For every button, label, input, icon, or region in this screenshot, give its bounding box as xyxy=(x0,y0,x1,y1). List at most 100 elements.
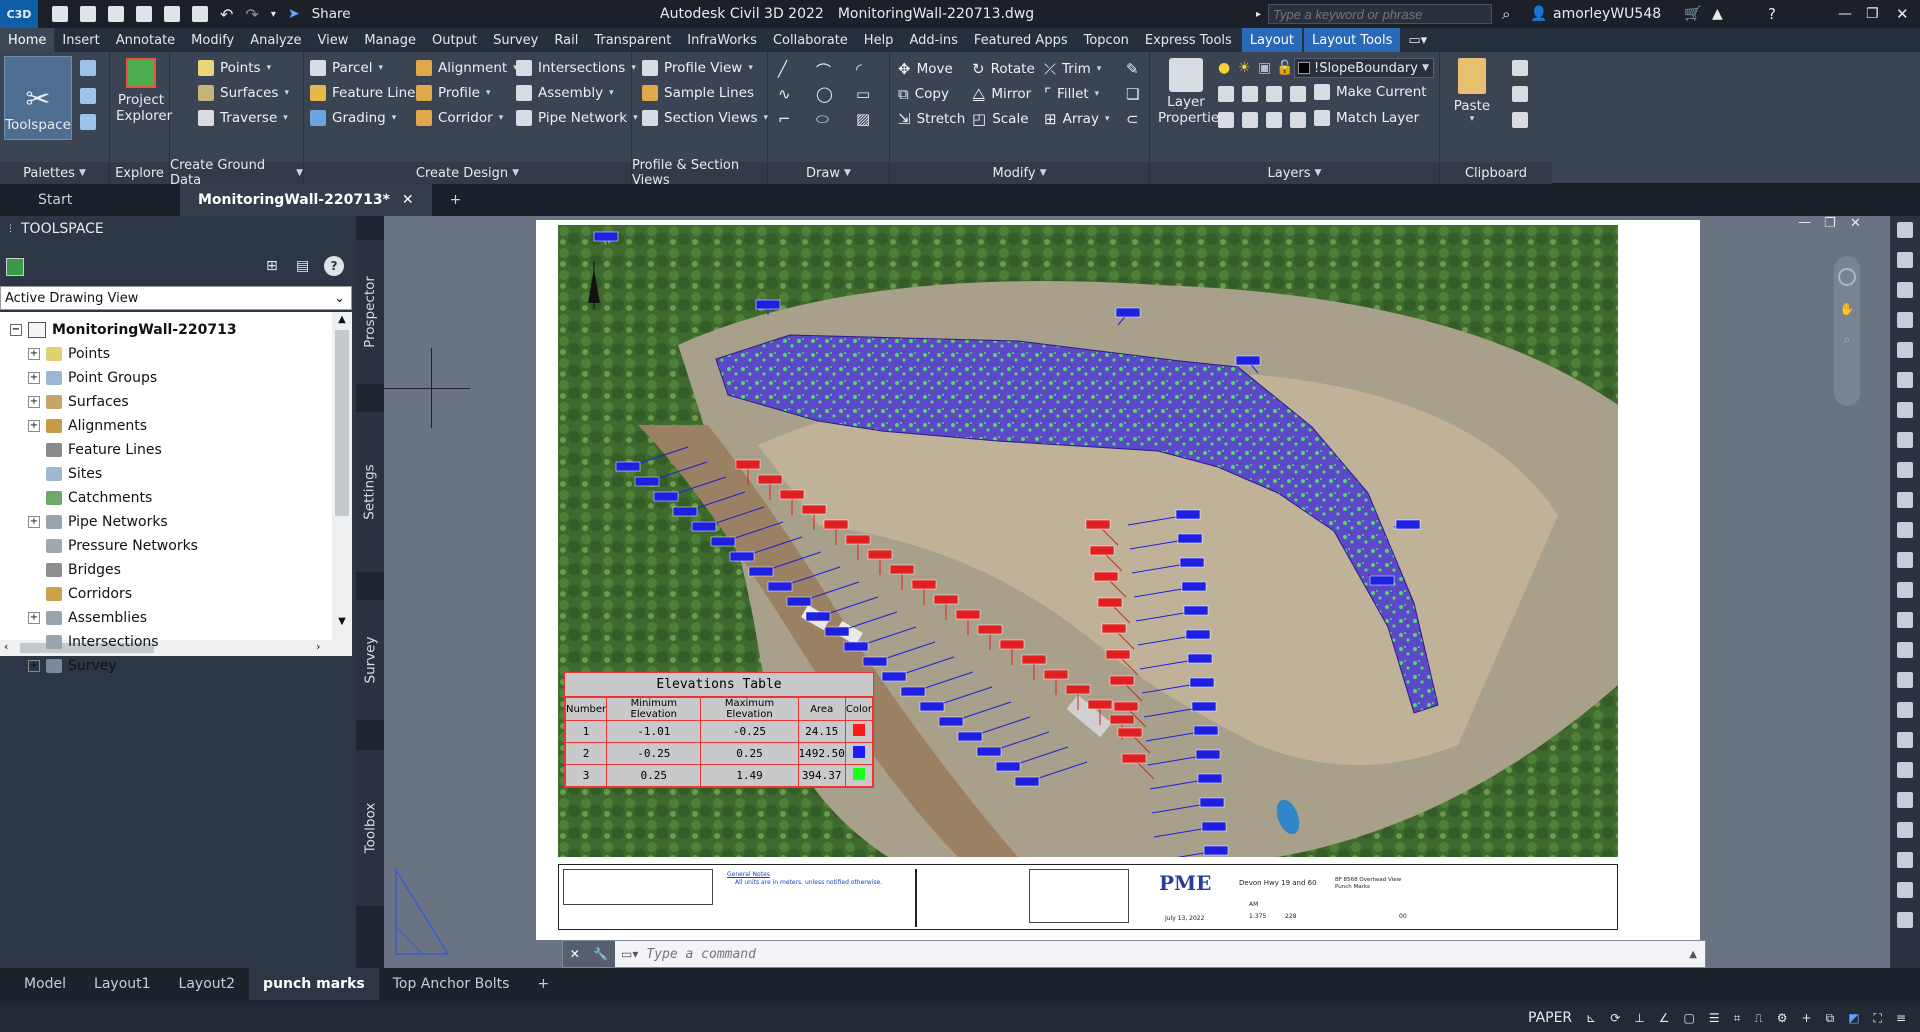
punch-mark-label[interactable] xyxy=(1177,533,1203,544)
rectangle-icon[interactable]: ▭ xyxy=(856,85,870,103)
zoom-icon[interactable] xyxy=(1897,432,1913,448)
punch-mark-label[interactable] xyxy=(1197,773,1223,784)
line-icon[interactable]: ╱ xyxy=(778,60,787,78)
close-icon[interactable]: ✕ xyxy=(1896,5,1909,23)
item-view-icon[interactable]: ⊞ xyxy=(266,258,278,274)
tree-root[interactable]: − MonitoringWall-220713 xyxy=(10,318,237,342)
punch-mark-label[interactable] xyxy=(977,624,1003,635)
array-icon[interactable] xyxy=(1897,732,1913,748)
punch-mark-label[interactable] xyxy=(900,686,926,697)
navigation-bar[interactable]: ✋ ⌕ xyxy=(1834,256,1860,406)
offset-icon[interactable] xyxy=(1897,702,1913,718)
tab-survey[interactable]: Survey xyxy=(485,28,546,52)
tab-layout[interactable]: Layout xyxy=(1241,28,1303,52)
project-explorer-button[interactable]: Project Explorer xyxy=(116,58,172,142)
punch-mark-label[interactable] xyxy=(1175,509,1201,520)
layer-tool-icon[interactable] xyxy=(1290,86,1306,102)
stretch-button[interactable]: ⇲ Stretch xyxy=(898,110,965,128)
tab-featured-apps[interactable]: Featured Apps xyxy=(966,28,1076,52)
punch-mark-label[interactable] xyxy=(593,231,619,242)
tree-item-surfaces[interactable]: + Surfaces xyxy=(28,390,129,414)
tree-item-corridors[interactable]: Corridors xyxy=(28,582,132,606)
layout-tab-top-anchor-bolts[interactable]: Top Anchor Bolts xyxy=(379,968,524,1000)
new-icon[interactable] xyxy=(52,6,68,22)
panel-expand-icon[interactable]: ▼ xyxy=(1315,168,1322,178)
command-history-icon[interactable]: ▭▾ xyxy=(621,947,638,961)
punch-mark-label[interactable] xyxy=(1199,797,1225,808)
punch-mark-label[interactable] xyxy=(691,521,717,532)
mtext-icon[interactable] xyxy=(1897,582,1913,598)
punch-mark-label[interactable] xyxy=(1109,675,1135,686)
punch-mark-label[interactable] xyxy=(1183,605,1209,616)
punch-mark-label[interactable] xyxy=(1115,307,1141,318)
cut-icon[interactable] xyxy=(1512,60,1528,76)
restore-icon[interactable]: ❐ xyxy=(1866,6,1879,22)
punch-mark-label[interactable] xyxy=(805,611,831,622)
layer-viewport-icon[interactable]: ▣ xyxy=(1258,60,1271,76)
tree-item-point-groups[interactable]: + Point Groups xyxy=(28,366,157,390)
tab-survey[interactable]: Survey xyxy=(356,600,384,720)
punch-mark-label[interactable] xyxy=(1113,701,1139,712)
paper-space-toggle[interactable]: PAPER xyxy=(1528,1010,1572,1026)
layer-dropdown[interactable]: !SlopeBoundary ▼ xyxy=(1294,58,1434,78)
match-props-icon[interactable] xyxy=(1512,112,1528,128)
user-icon[interactable]: 👤 xyxy=(1530,6,1547,22)
preview-icon[interactable]: ▤ xyxy=(296,258,309,274)
grading-button[interactable]: Grading ▾ xyxy=(310,110,396,126)
customize-icon[interactable]: 🔧 xyxy=(593,947,608,961)
punch-mark-label[interactable] xyxy=(889,564,915,575)
scroll-up-icon[interactable]: ▲ xyxy=(332,314,352,325)
snap-icon[interactable]: ⟳ xyxy=(1610,1011,1620,1025)
web-icon[interactable] xyxy=(164,6,180,22)
punch-mark-label[interactable] xyxy=(786,596,812,607)
assembly-button[interactable]: Assembly ▾ xyxy=(516,85,614,101)
layer-icon[interactable] xyxy=(1897,312,1913,328)
layer-on-icon[interactable]: ● xyxy=(1218,60,1230,76)
palette-1-icon[interactable] xyxy=(80,60,96,76)
punch-mark-label[interactable] xyxy=(843,641,869,652)
search-toggle-icon[interactable]: ▸ xyxy=(1256,9,1261,20)
punch-mark-label[interactable] xyxy=(1105,649,1131,660)
punch-mark-label[interactable] xyxy=(1085,519,1111,530)
palette-2-icon[interactable] xyxy=(80,88,96,104)
osnap-icon[interactable]: ▢ xyxy=(1684,1011,1695,1025)
explode-icon[interactable]: ❏ xyxy=(1126,85,1139,103)
tree-item-pipe-networks[interactable]: + Pipe Networks xyxy=(28,510,168,534)
app-logo[interactable]: C3D xyxy=(0,0,38,28)
tab-infraworks[interactable]: InfraWorks xyxy=(679,28,765,52)
tab-rail[interactable]: Rail xyxy=(546,28,586,52)
expand-icon[interactable]: + xyxy=(28,660,40,672)
match-layer-button[interactable]: Match Layer xyxy=(1314,110,1419,126)
tab-monitoring-wall[interactable]: MonitoringWall-220713* ✕ xyxy=(180,184,432,216)
undo-icon[interactable]: ↶ xyxy=(220,5,233,24)
punch-mark-label[interactable] xyxy=(1179,557,1205,568)
punch-mark-label[interactable] xyxy=(779,489,805,500)
tab-home[interactable]: Home xyxy=(0,28,55,52)
punch-mark-label[interactable] xyxy=(911,579,937,590)
spline-icon[interactable] xyxy=(1897,672,1913,688)
ortho-icon[interactable]: ⊥ xyxy=(1634,1011,1644,1025)
cart-icon[interactable]: 🛒 xyxy=(1684,6,1701,22)
user-name[interactable]: amorleyWU548 xyxy=(1553,6,1661,22)
layer-tool-icon[interactable] xyxy=(1218,112,1234,128)
punch-mark-label[interactable] xyxy=(757,474,783,485)
grid-icon[interactable]: ⊾ xyxy=(1586,1011,1596,1025)
tree-scrollbar[interactable]: ▲ ▼ xyxy=(332,312,352,656)
rotate-button[interactable]: ↻ Rotate xyxy=(972,60,1035,78)
block-icon[interactable] xyxy=(1897,282,1913,298)
panel-expand-icon[interactable]: ▼ xyxy=(844,168,851,178)
search-icon[interactable]: ⌕ xyxy=(1502,5,1510,23)
workspace-gear-icon[interactable]: ⚙ xyxy=(1777,1011,1788,1025)
layer-tool-icon[interactable] xyxy=(1242,86,1258,102)
close-tab-icon[interactable]: ✕ xyxy=(402,192,414,208)
spline-icon[interactable]: ∿ xyxy=(778,85,791,103)
drawing-canvas[interactable]: Elevations Table Number Minimum Elevation… xyxy=(384,215,1890,968)
layer-tool-icon[interactable] xyxy=(1266,86,1282,102)
tab-help[interactable]: Help xyxy=(856,28,902,52)
table-icon[interactable] xyxy=(1897,522,1913,538)
tab-settings[interactable]: Settings xyxy=(356,412,384,572)
search-input[interactable] xyxy=(1268,4,1492,24)
punch-mark-label[interactable] xyxy=(801,504,827,515)
minimize-icon[interactable]: — xyxy=(1838,6,1852,22)
circle-icon[interactable]: ◯ xyxy=(816,85,833,103)
